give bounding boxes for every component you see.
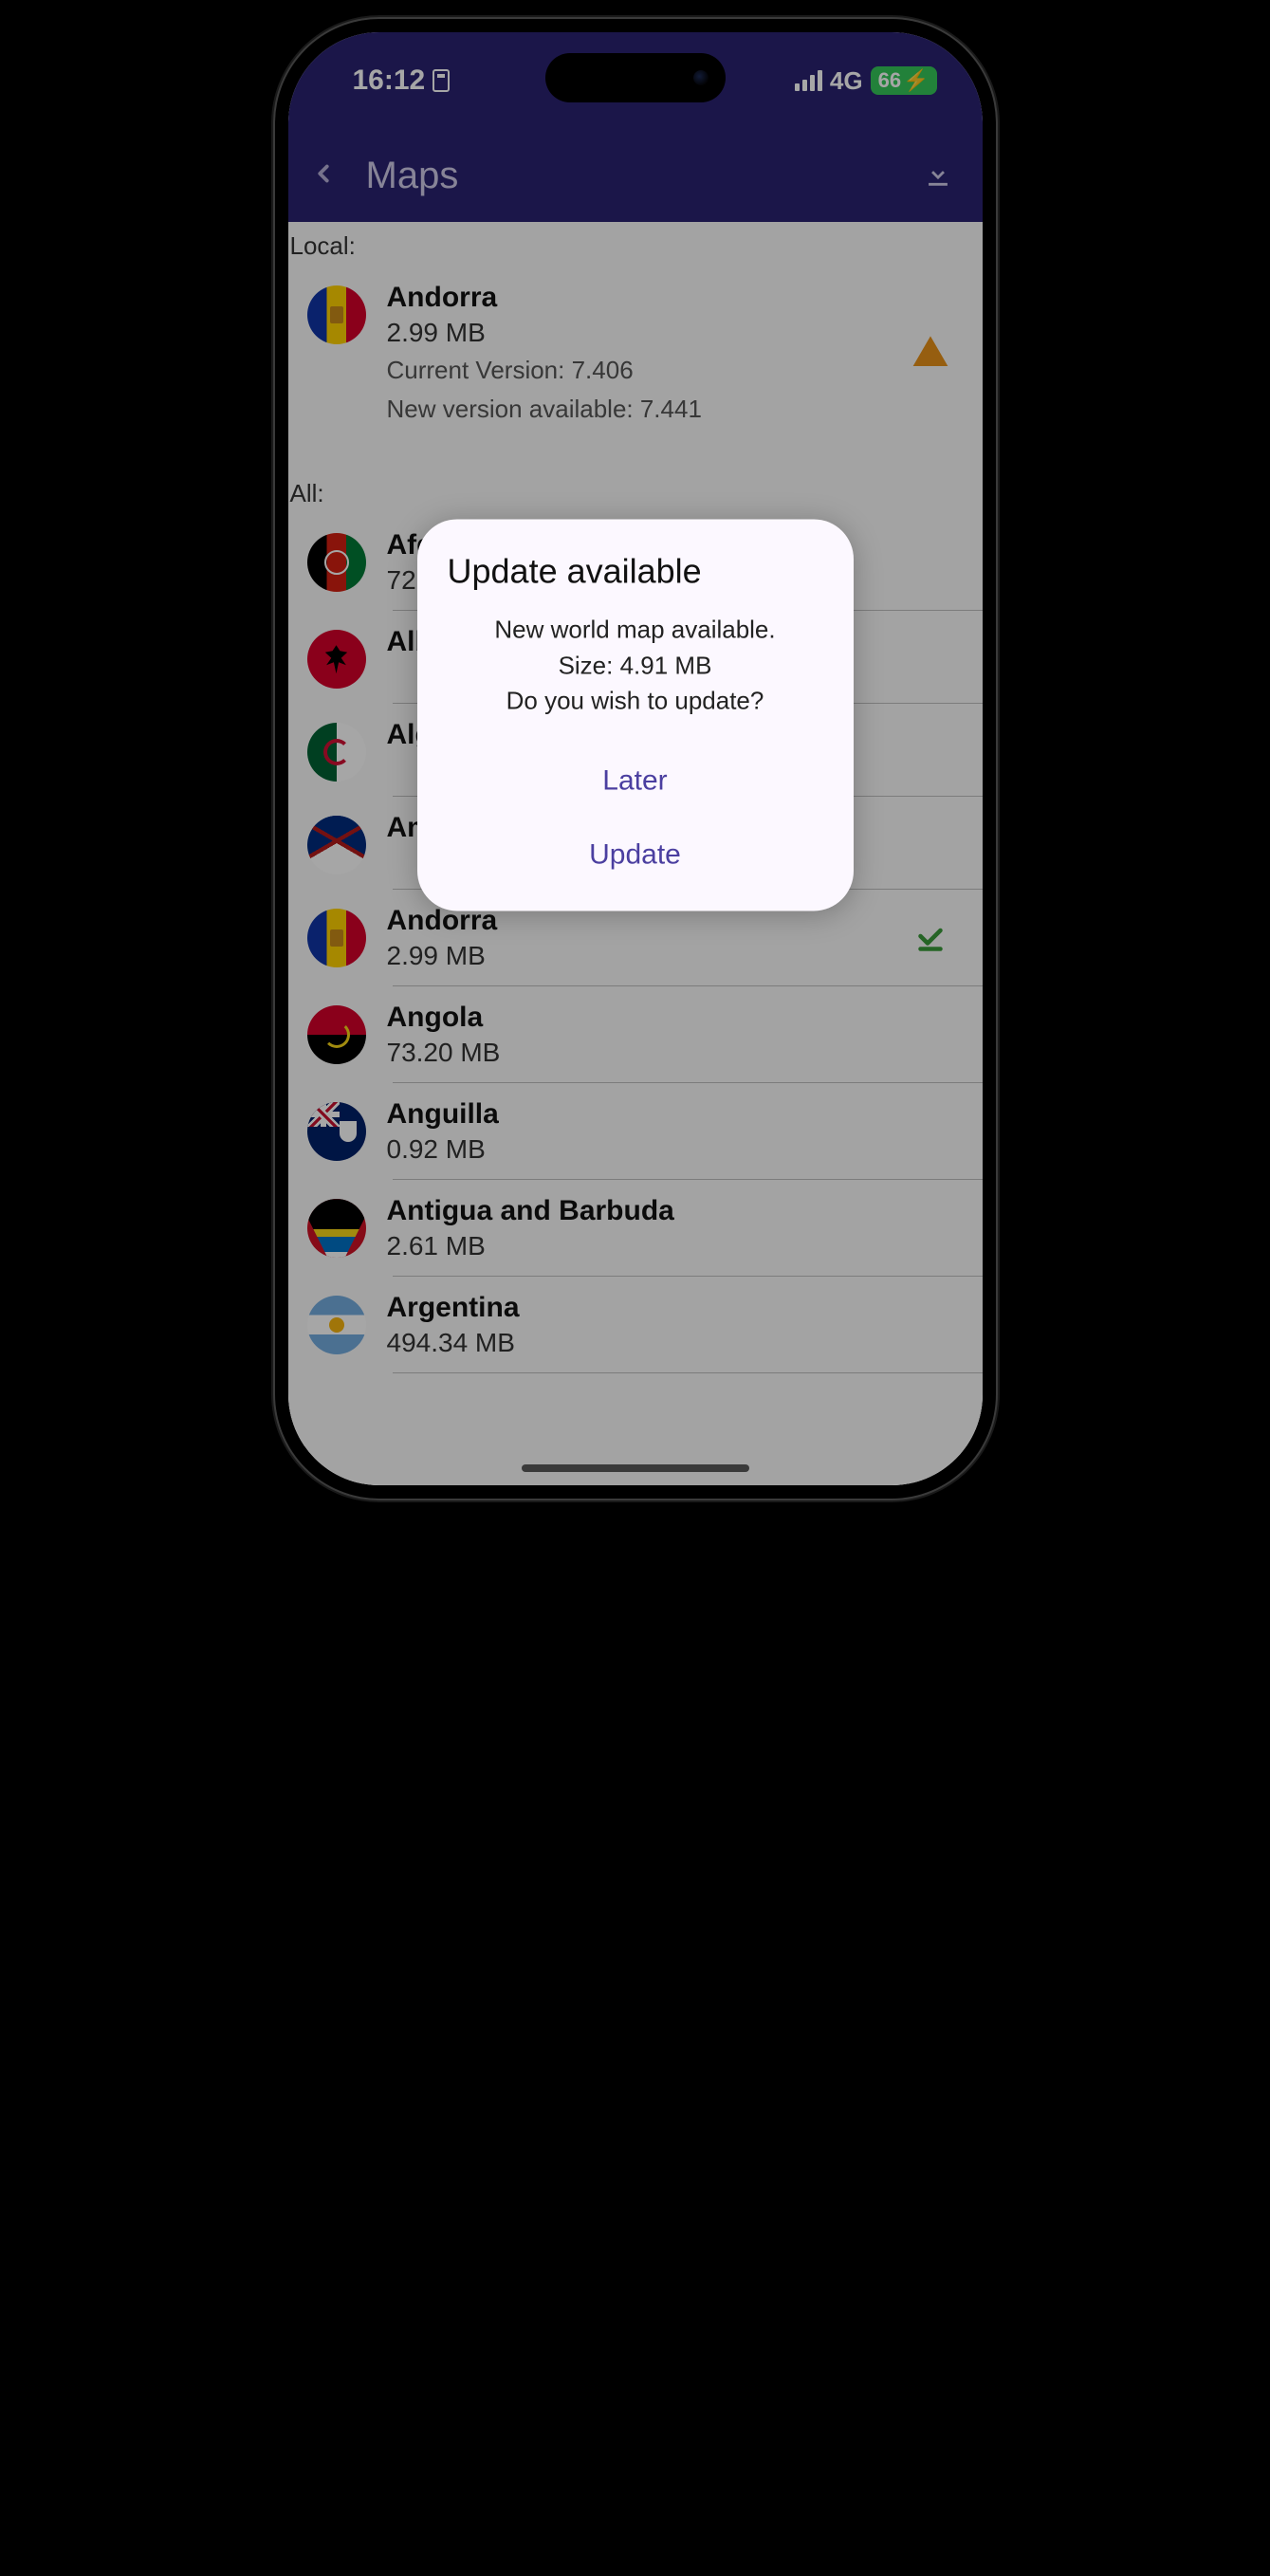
dialog-line1: New world map available. (444, 613, 827, 649)
phone-frame: 16:12 4G 66⚡ Maps (275, 19, 996, 1499)
dialog-line2: Size: 4.91 MB (444, 648, 827, 684)
dialog-title: Update available (444, 552, 827, 592)
dialog-body: New world map available. Size: 4.91 MB D… (444, 613, 827, 720)
dialog-line3: Do you wish to update? (444, 684, 827, 720)
phone-screen: 16:12 4G 66⚡ Maps (288, 32, 983, 1485)
update-dialog: Update available New world map available… (417, 520, 854, 911)
home-indicator[interactable] (522, 1464, 749, 1472)
later-button[interactable]: Later (444, 745, 827, 819)
update-button[interactable]: Update (444, 819, 827, 892)
